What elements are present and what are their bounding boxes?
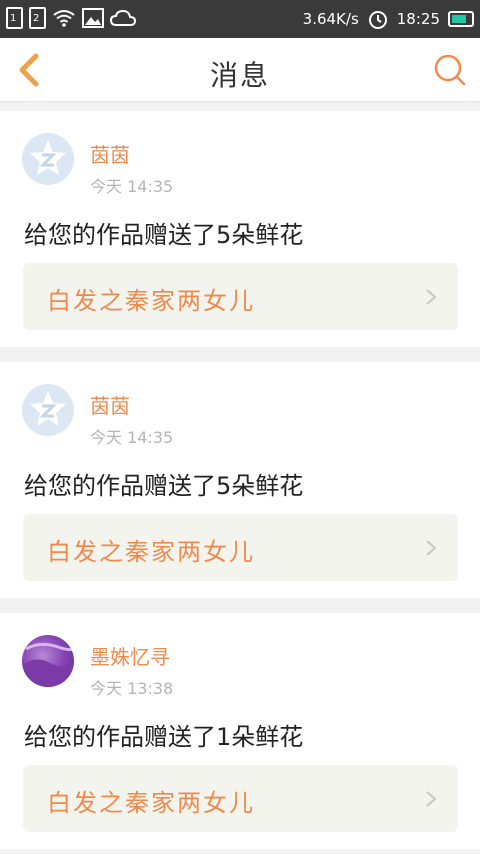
battery-icon (448, 11, 474, 27)
message-time: 今天 14:35 (90, 177, 174, 196)
status-right: 3.64K/s 18:25 (303, 8, 474, 30)
app-header: 消息 (0, 38, 480, 102)
message-card: 茵茵 今天 14:35 给您的作品赠送了5朵鲜花 白发之秦家两女儿 (0, 111, 480, 347)
username[interactable]: 茵茵 (90, 139, 130, 168)
work-link[interactable]: 白发之秦家两女儿 (23, 263, 458, 330)
work-link[interactable]: 白发之秦家两女儿 (23, 514, 458, 581)
chevron-right-icon (426, 540, 437, 556)
message-text: 给您的作品赠送了5朵鲜花 (24, 472, 304, 500)
user-avatar[interactable] (22, 384, 74, 436)
sim2-label: 2 (33, 13, 40, 24)
default-avatar-icon (30, 140, 66, 175)
clock: 18:25 (396, 10, 440, 28)
work-link[interactable]: 白发之秦家两女儿 (23, 765, 458, 832)
chevron-right-icon (426, 289, 437, 305)
message-card: 墨姝忆寻 今天 13:38 给您的作品赠送了1朵鲜花 白发之秦家两女儿 (0, 613, 480, 849)
chevron-right-icon (426, 791, 437, 807)
wifi-icon (53, 10, 75, 27)
message-card: 茵茵 今天 14:35 给您的作品赠送了5朵鲜花 白发之秦家两女儿 (0, 362, 480, 598)
photo-avatar (22, 642, 74, 687)
work-title: 白发之秦家两女儿 (47, 538, 255, 566)
search-icon (434, 54, 466, 86)
user-avatar[interactable] (22, 133, 74, 185)
message-text: 给您的作品赠送了5朵鲜花 (24, 221, 304, 249)
alarm-icon (368, 11, 387, 29)
message-time: 今天 14:35 (90, 428, 174, 447)
message-time: 今天 13:38 (90, 679, 174, 698)
search-button[interactable] (432, 52, 468, 88)
user-avatar[interactable] (22, 635, 74, 687)
default-avatar-icon (30, 391, 66, 426)
cloud-icon (110, 9, 136, 26)
status-left: 1 2 (6, 7, 136, 29)
sim1-icon: 1 (6, 7, 23, 29)
work-title: 白发之秦家两女儿 (47, 789, 255, 817)
image-notification-icon (82, 8, 104, 28)
message-text: 给您的作品赠送了1朵鲜花 (24, 723, 304, 751)
status-bar: 1 2 3.64K/s 18:25 (0, 0, 480, 38)
page-title: 消息 (209, 59, 270, 92)
network-speed: 3.64K/s (302, 10, 359, 28)
sim1-label: 1 (10, 13, 17, 24)
username[interactable]: 墨姝忆寻 (90, 641, 170, 670)
username[interactable]: 茵茵 (90, 390, 130, 419)
work-title: 白发之秦家两女儿 (47, 287, 255, 315)
sim2-icon: 2 (29, 7, 46, 29)
